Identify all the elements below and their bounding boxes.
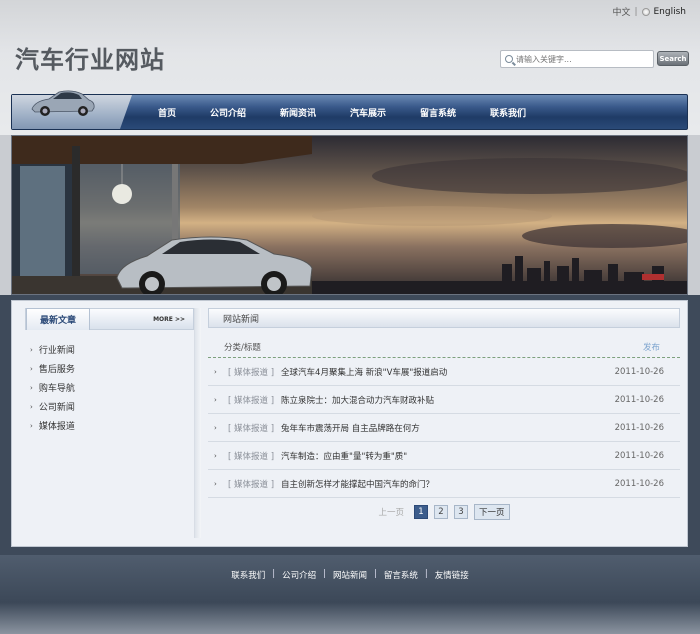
sidebar-header: 最新文章 MORE >>	[25, 308, 194, 330]
next-page-button[interactable]: 下一页	[474, 504, 510, 520]
car-logo-icon	[31, 90, 95, 116]
news-panel-title: 网站新闻	[208, 308, 680, 328]
news-title[interactable]: 自主创新怎样才能撑起中国汽车的命门？	[281, 478, 604, 490]
news-title[interactable]: 陈立泉院士：加大混合动力汽车财政补贴	[281, 394, 604, 406]
chevron-right-icon: ›	[30, 421, 33, 430]
footer-separator: |	[272, 569, 276, 579]
news-panel: 网站新闻 分类/标题 发布 › [ 媒体报道 ] 全球汽车4月聚集上海 新浪"V…	[208, 308, 680, 538]
footer-link-company[interactable]: 公司介绍	[282, 569, 316, 581]
chevron-right-icon: ›	[30, 345, 33, 354]
nav-cars[interactable]: 汽车展示	[350, 106, 420, 119]
lang-chinese-link[interactable]: 中文	[612, 5, 630, 18]
news-date: 2011-10-26	[614, 394, 664, 405]
sidebar-item-purchase-guide[interactable]: › 购车导航	[25, 378, 194, 397]
sidebar-more-link[interactable]: MORE >>	[153, 316, 185, 323]
news-row[interactable]: › [ 媒体报道 ] 汽车制造：应由重"量"转为重"质" 2011-10-26	[208, 442, 680, 470]
chevron-right-icon: ›	[214, 395, 217, 404]
sidebar-item-label: 购车导航	[38, 384, 75, 394]
sidebar-list: › 行业新闻 › 售后服务 › 购车导航 › 公司新闻 › 媒体报道	[25, 330, 194, 435]
page-1-button[interactable]: 1	[414, 505, 428, 519]
page-2-button[interactable]: 2	[434, 505, 448, 519]
news-title[interactable]: 汽车制造：应由重"量"转为重"质"	[281, 450, 604, 462]
chevron-right-icon: ›	[214, 423, 217, 432]
nav-home[interactable]: 首页	[158, 106, 210, 119]
sidebar-item-label: 媒体报道	[38, 422, 75, 432]
nav-news[interactable]: 新闻资讯	[280, 106, 350, 119]
sidebar-item-company-news[interactable]: › 公司新闻	[25, 397, 194, 416]
news-category[interactable]: [ 媒体报道 ]	[228, 478, 274, 490]
banner-image	[12, 136, 687, 294]
footer-links: 联系我们 | 公司介绍 | 网站新闻 | 留言系统 | 友情链接	[0, 569, 700, 581]
site-title: 汽车行业网站	[15, 46, 165, 74]
news-date: 2011-10-26	[614, 422, 664, 433]
news-row[interactable]: › [ 媒体报道 ] 全球汽车4月聚集上海 新浪"V车展"报道启动 2011-1…	[208, 358, 680, 386]
footer: 联系我们 | 公司介绍 | 网站新闻 | 留言系统 | 友情链接	[0, 555, 700, 634]
nav-company[interactable]: 公司介绍	[210, 106, 280, 119]
pagination: 上一页 1 2 3 下一页	[208, 504, 680, 520]
news-category[interactable]: [ 媒体报道 ]	[228, 394, 274, 406]
sidebar-item-label: 售后服务	[38, 365, 75, 375]
nav-guestbook[interactable]: 留言系统	[420, 106, 490, 119]
main-nav: 首页 公司介绍 新闻资讯 汽车展示 留言系统 联系我们	[11, 90, 688, 130]
nav-contact[interactable]: 联系我们	[490, 106, 560, 119]
language-bar: 中文 | English	[612, 5, 687, 19]
news-category[interactable]: [ 媒体报道 ]	[228, 450, 274, 462]
news-date: 2011-10-26	[614, 478, 664, 489]
news-title[interactable]: 全球汽车4月聚集上海 新浪"V车展"报道启动	[281, 366, 604, 378]
news-date: 2011-10-26	[614, 450, 664, 461]
news-column-header: 分类/标题 发布	[208, 336, 680, 358]
sidebar-item-label: 行业新闻	[38, 346, 75, 356]
sidebar: 最新文章 MORE >> › 行业新闻 › 售后服务 › 购车导航 › 公司新闻 › 媒体…	[25, 308, 195, 538]
footer-link-guestbook[interactable]: 留言系统	[384, 569, 418, 581]
lang-english-link[interactable]: English	[654, 7, 687, 17]
search-button[interactable]: Search	[657, 51, 689, 66]
sidebar-item-industry-news[interactable]: › 行业新闻	[25, 340, 194, 359]
news-category[interactable]: [ 媒体报道 ]	[228, 422, 274, 434]
chevron-right-icon: ›	[30, 402, 33, 411]
prev-page-button[interactable]: 上一页	[378, 506, 404, 518]
chevron-right-icon: ›	[30, 364, 33, 373]
sidebar-divider	[195, 308, 201, 538]
column-category-title: 分类/标题	[224, 342, 261, 353]
news-category[interactable]: [ 媒体报道 ]	[228, 366, 274, 378]
chevron-right-icon: ›	[30, 383, 33, 392]
sidebar-title: 最新文章	[26, 308, 90, 330]
chevron-right-icon: ›	[214, 451, 217, 460]
news-date: 2011-10-26	[614, 366, 664, 377]
lang-separator: |	[634, 6, 638, 17]
page-3-button[interactable]: 3	[454, 505, 468, 519]
hero-banner	[11, 135, 688, 295]
footer-separator: |	[424, 569, 428, 579]
nav-items: 首页 公司介绍 新闻资讯 汽车展示 留言系统 联系我们	[158, 95, 560, 129]
sidebar-item-after-sales[interactable]: › 售后服务	[25, 359, 194, 378]
news-row[interactable]: › [ 媒体报道 ] 兔年车市震荡开局 自主品牌路在何方 2011-10-26	[208, 414, 680, 442]
sidebar-item-media[interactable]: › 媒体报道	[25, 416, 194, 435]
search-box	[500, 50, 654, 68]
footer-link-news[interactable]: 网站新闻	[333, 569, 367, 581]
column-date: 发布	[642, 342, 660, 353]
footer-link-contact[interactable]: 联系我们	[231, 569, 265, 581]
chevron-right-icon: ›	[214, 479, 217, 488]
search-input[interactable]	[516, 54, 646, 64]
footer-link-friends[interactable]: 友情链接	[435, 569, 469, 581]
news-row[interactable]: › [ 媒体报道 ] 陈立泉院士：加大混合动力汽车财政补贴 2011-10-26	[208, 386, 680, 414]
content-panel: 最新文章 MORE >> › 行业新闻 › 售后服务 › 购车导航 › 公司新闻 › 媒体…	[11, 300, 688, 547]
search-icon	[505, 55, 513, 63]
footer-separator: |	[374, 569, 377, 579]
chevron-right-icon: ›	[214, 367, 217, 376]
footer-separator: |	[323, 569, 326, 579]
news-row[interactable]: › [ 媒体报道 ] 自主创新怎样才能撑起中国汽车的命门？ 2011-10-26	[208, 470, 680, 498]
sidebar-item-label: 公司新闻	[38, 403, 75, 413]
globe-icon	[641, 7, 650, 16]
news-title[interactable]: 兔年车市震荡开局 自主品牌路在何方	[281, 422, 604, 434]
